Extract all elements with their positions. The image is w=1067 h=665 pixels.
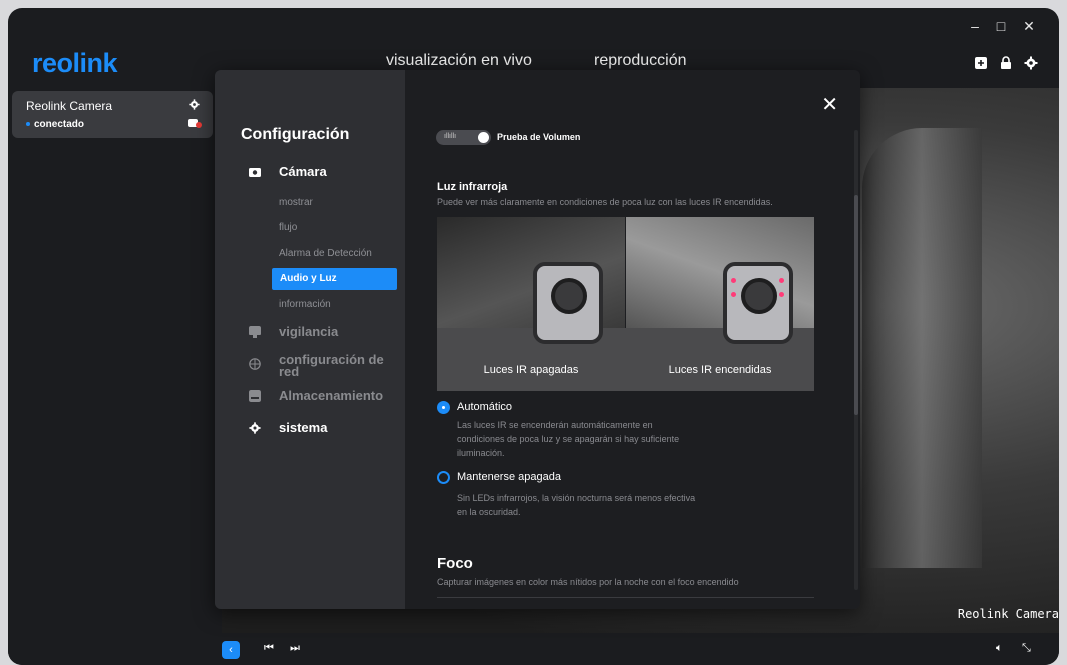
nav-playback[interactable]: reproducción [594, 52, 687, 70]
play-icon [478, 132, 489, 143]
collapse-panel-button[interactable]: ‹ [222, 641, 240, 659]
option-automatic-title[interactable]: Automático [457, 401, 512, 413]
ir-off-label: Luces IR apagadas [483, 364, 579, 376]
spotlight-title: Foco [437, 555, 473, 572]
section-divider [437, 597, 814, 598]
ir-on-label: Luces IR encendidas [668, 364, 772, 376]
volume-icon[interactable]: 🔈︎ [996, 642, 1003, 655]
camera-settings-icon[interactable] [189, 99, 200, 110]
settings-menu: Configuración Cámara mostrar flujo Alarm… [215, 70, 405, 609]
menu-system[interactable]: sistema [279, 420, 327, 435]
scroll-thumb[interactable] [854, 195, 858, 415]
menu-sub-audio-light[interactable]: Audio y Luz [272, 268, 397, 290]
option-automatic-desc: Las luces IR se encenderán automáticamen… [457, 420, 680, 458]
add-device-icon[interactable] [974, 56, 988, 70]
system-gear-icon [249, 422, 261, 434]
camera-ir-off-icon [533, 262, 603, 344]
menu-sub-information[interactable]: información [279, 299, 331, 310]
menu-surveillance[interactable]: vigilancia [279, 324, 338, 339]
maximize-button[interactable]: □ [992, 18, 1010, 34]
previous-icon[interactable]: ⏮ [264, 642, 274, 655]
settings-title: Configuración [241, 126, 350, 143]
waveform-icon: ıllıllı [444, 133, 457, 140]
ir-title: Luz infrarroja [437, 181, 508, 193]
menu-sub-stream[interactable]: flujo [279, 222, 297, 233]
option-stay-off-title[interactable]: Mantenerse apagada [457, 471, 561, 483]
close-window-button[interactable]: ✕ [1020, 18, 1038, 35]
camera-name: Reolink Camera [26, 99, 113, 113]
camera-icon [249, 168, 261, 177]
menu-sub-detection-alarm[interactable]: Alarma de Detección [279, 248, 372, 259]
camera-status: conectado [26, 119, 84, 130]
volume-test-toggle[interactable]: ıllıllı [436, 130, 491, 145]
camera-record-icon[interactable] [188, 118, 202, 128]
playback-bar: ‹ ⏮ ⏭ 🔈︎ ⤡ [8, 633, 1059, 665]
option-stay-off-desc: Sin LEDs infrarrojos, la visión nocturna… [457, 493, 696, 517]
volume-test-label: Prueba de Volumen [497, 132, 581, 142]
app-window: reolink visualización en vivo reproducci… [8, 8, 1059, 665]
close-dialog-button[interactable]: ✕ [821, 92, 838, 117]
storage-icon [249, 390, 261, 402]
settings-gear-icon[interactable] [1024, 56, 1038, 70]
lock-icon[interactable] [999, 56, 1013, 70]
fullscreen-icon[interactable]: ⤡ [1022, 642, 1031, 655]
network-globe-icon [249, 358, 261, 370]
minimize-button[interactable]: – [966, 18, 984, 34]
status-dot-icon [26, 122, 30, 127]
menu-sub-display[interactable]: mostrar [279, 197, 313, 208]
ir-comparison-image: Luces IR apagadas Luces IR encendidas [437, 217, 814, 391]
radio-stay-off[interactable] [437, 471, 450, 484]
spotlight-description: Capturar imágenes en color más nítidos p… [437, 577, 739, 587]
camera-ir-on-icon [723, 262, 793, 344]
ir-description: Puede ver más claramente en condiciones … [437, 197, 773, 207]
next-icon[interactable]: ⏭ [290, 642, 300, 655]
video-watermark: Reolink Camera [957, 607, 1059, 621]
radio-automatic[interactable] [437, 401, 450, 414]
menu-camera[interactable]: Cámara [279, 164, 327, 179]
settings-dialog: Configuración Cámara mostrar flujo Alarm… [215, 70, 860, 609]
settings-content: ✕ ıllıllı Prueba de Volumen Luz infrarro… [405, 70, 860, 609]
reolink-logo: reolink [32, 48, 118, 78]
surveillance-icon [249, 326, 261, 338]
menu-storage[interactable]: Almacenamiento [279, 388, 383, 403]
menu-network[interactable]: configuración de red [279, 353, 389, 378]
nav-live-view[interactable]: visualización en vivo [386, 52, 532, 70]
